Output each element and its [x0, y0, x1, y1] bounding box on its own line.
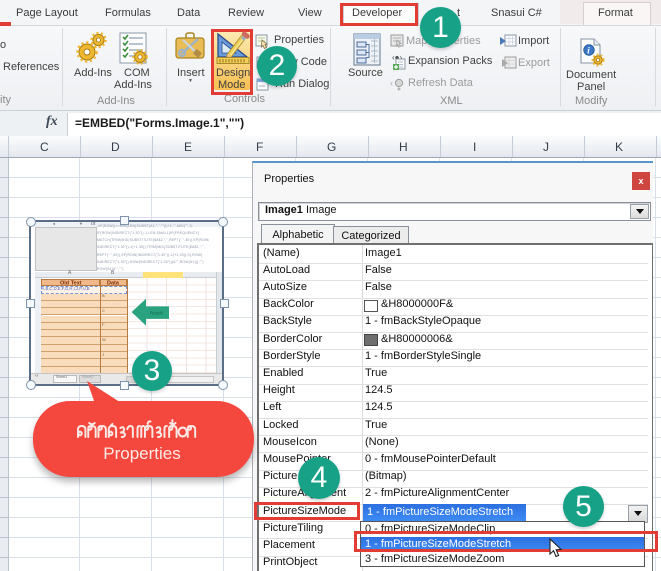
svg-text:‹: ‹: [390, 78, 393, 88]
svg-text:Result: Result: [150, 311, 164, 316]
